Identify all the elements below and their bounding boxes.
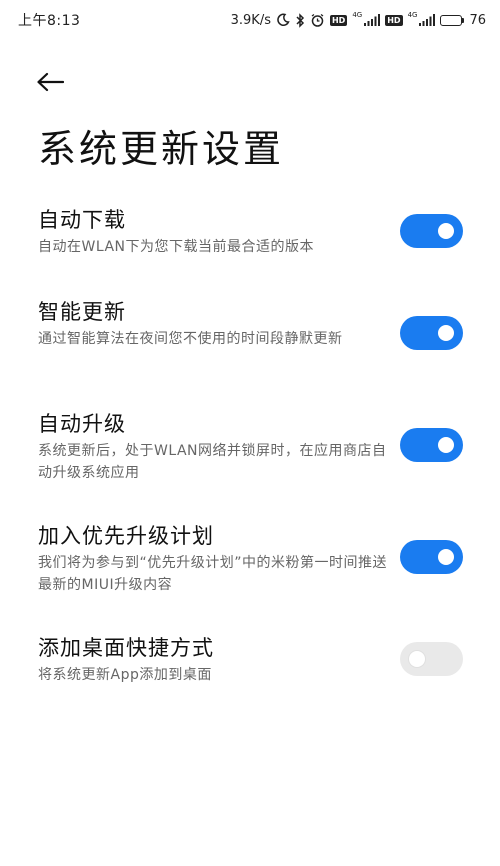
settings-screen: 上午8:13 3.9K/s HD 4G HD 4G 76 系统更新设置 自动下载… [0,0,500,866]
toggle-auto-download[interactable] [400,214,463,248]
status-icons: 3.9K/s HD 4G HD 4G 76 [230,11,486,28]
toggle-knob [438,437,454,453]
setting-title: 添加桌面快捷方式 [38,636,214,660]
page-title: 系统更新设置 [38,127,285,171]
setting-priority-upgrade-plan[interactable]: 加入优先升级计划 我们将为参与到“优先升级计划”中的米粉第一时间推送最新的MIU… [0,522,500,602]
setting-description: 系统更新后，处于WLAN网络并锁屏时，在应用商店自动升级系统应用 [38,443,387,481]
setting-title: 自动升级 [38,412,126,436]
setting-title: 加入优先升级计划 [38,524,214,548]
network-type-1: 4G [352,11,363,19]
back-button[interactable] [30,62,70,102]
network-type-2: 4G [407,11,418,19]
setting-auto-download[interactable]: 自动下载 自动在WLAN下为您下载当前最合适的版本 [0,206,500,286]
toggle-knob [409,651,425,667]
moon-icon [276,13,290,27]
toggle-smart-update[interactable] [400,316,463,350]
toggle-priority-upgrade-plan[interactable] [400,540,463,574]
back-arrow-icon [37,72,64,92]
alarm-icon [310,13,325,28]
setting-desktop-shortcut[interactable]: 添加桌面快捷方式 将系统更新App添加到桌面 [0,634,500,694]
network-speed: 3.9K/s [230,12,271,28]
battery-percent: 76 [469,12,486,28]
toggle-desktop-shortcut[interactable] [400,642,463,676]
hd-badge-1: HD [329,14,348,26]
status-time: 上午8:13 [18,13,81,29]
setting-title: 自动下载 [38,208,126,232]
setting-description: 通过智能算法在夜间您不使用的时间段静默更新 [38,331,343,347]
signal-icon-2 [419,14,436,26]
bluetooth-icon [295,12,305,28]
toggle-knob [438,549,454,565]
battery-icon [440,14,465,26]
setting-description: 我们将为参与到“优先升级计划”中的米粉第一时间推送最新的MIUI升级内容 [38,555,388,593]
setting-description: 自动在WLAN下为您下载当前最合适的版本 [38,239,315,255]
toggle-knob [438,325,454,341]
hd-badge-2: HD [385,14,403,26]
toggle-knob [438,223,454,239]
setting-auto-upgrade[interactable]: 自动升级 系统更新后，处于WLAN网络并锁屏时，在应用商店自动升级系统应用 [0,410,500,490]
setting-smart-update[interactable]: 智能更新 通过智能算法在夜间您不使用的时间段静默更新 [0,298,500,378]
setting-description: 将系统更新App添加到桌面 [38,667,212,683]
toggle-auto-upgrade[interactable] [400,428,463,462]
status-bar: 上午8:13 3.9K/s HD 4G HD 4G 76 [0,0,500,40]
signal-icon [364,14,381,26]
setting-title: 智能更新 [38,300,126,324]
